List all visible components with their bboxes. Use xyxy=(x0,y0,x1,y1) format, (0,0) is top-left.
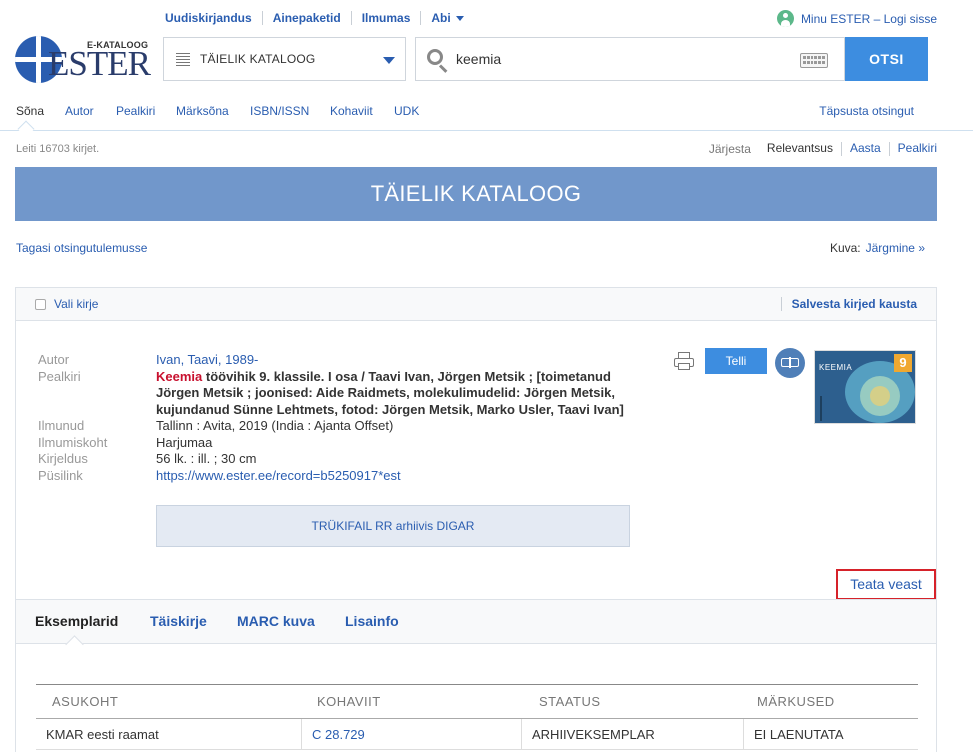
ester-logo[interactable]: E-KATALOOG ESTER xyxy=(15,36,155,86)
sort-relevance[interactable]: Relevantsus xyxy=(759,142,841,156)
results-count: Leiti 16703 kirjet. xyxy=(16,143,100,155)
field-description: Kirjeldus 56 lk. : ill. ; 30 cm xyxy=(38,451,636,468)
search-input[interactable] xyxy=(456,38,796,80)
location-cell: KMAR eesti raamat xyxy=(46,726,159,742)
save-to-folder-link[interactable]: Salvesta kirjed kausta xyxy=(780,297,917,311)
field-place: Ilmumiskoht Harjumaa xyxy=(38,435,636,452)
tab-word[interactable]: Sõna xyxy=(16,104,44,118)
next-record-link[interactable]: Järgmine » xyxy=(866,241,925,255)
field-title: Pealkiri Keemia töövihik 9. klassile. I … xyxy=(38,369,636,419)
digar-archive-button[interactable]: TRÜKIFAIL RR arhiivis DIGAR xyxy=(156,505,630,547)
cover-grade-number: 9 xyxy=(894,354,912,372)
select-record-checkbox[interactable] xyxy=(35,299,46,310)
book-cover-image[interactable]: KEEMIA 9 xyxy=(814,350,916,424)
title-value: Keemia töövihik 9. klassile. I osa / Taa… xyxy=(156,369,636,419)
search-icon xyxy=(427,49,449,73)
tab-isbn-issn[interactable]: ISBN/ISSN xyxy=(250,104,309,118)
status-cell: ARHIIVEKSEMPLAR xyxy=(521,718,743,750)
record-fields: Autor Ivan, Taavi, 1989- Pealkiri Keemia… xyxy=(38,352,636,484)
tab-subject[interactable]: Märksõna xyxy=(176,104,229,118)
field-label: Püsilink xyxy=(38,467,83,483)
printer-icon[interactable] xyxy=(672,350,696,372)
tab-marc-view[interactable]: MARC kuva xyxy=(237,613,315,629)
field-label: Pealkiri xyxy=(38,368,81,384)
holdings-table: ASUKOHT KOHAVIIT STAATUS MÄRKUSED KMAR e… xyxy=(36,684,918,750)
tab-title[interactable]: Pealkiri xyxy=(116,104,155,118)
nav-forthcoming[interactable]: Ilmumas xyxy=(352,11,422,25)
published-value: Tallinn : Avita, 2019 (India : Ajanta Of… xyxy=(156,418,394,433)
top-nav: Uudiskirjandus Ainepaketid Ilmumas Abi xyxy=(165,11,474,25)
active-tab-indicator xyxy=(17,120,35,138)
author-link[interactable]: Ivan, Taavi, 1989- xyxy=(156,352,636,369)
select-record-label[interactable]: Vali kirje xyxy=(54,297,98,311)
tab-additional-info[interactable]: Lisainfo xyxy=(345,613,399,629)
search-box xyxy=(415,37,845,81)
catalog-select[interactable]: TÄIELIK KATALOOG xyxy=(163,37,406,81)
record-toolbar: Vali kirje Salvesta kirjed kausta xyxy=(16,288,936,321)
field-label: Autor xyxy=(38,352,70,367)
place-value: Harjumaa xyxy=(156,434,213,450)
book-icon[interactable] xyxy=(775,348,805,378)
user-icon xyxy=(776,10,794,27)
sort-year[interactable]: Aasta xyxy=(840,142,889,156)
sort-title[interactable]: Pealkiri xyxy=(888,142,937,156)
nav-help-label: Abi xyxy=(431,11,451,25)
chevron-down-icon xyxy=(455,15,464,21)
refine-search-link[interactable]: Täpsusta otsingut xyxy=(819,104,914,118)
tab-call-number[interactable]: Kohaviit xyxy=(330,104,373,118)
search-button[interactable]: OTSI xyxy=(845,37,928,81)
active-tab-indicator xyxy=(65,635,84,654)
field-label: Kirjeldus xyxy=(38,451,88,466)
table-header: ASUKOHT KOHAVIIT STAATUS MÄRKUSED xyxy=(36,684,918,719)
nav-subject-packages[interactable]: Ainepaketid xyxy=(263,11,352,25)
title-highlight: Keemia xyxy=(156,368,203,384)
title-text: töövihik 9. klassile. I osa / Taavi Ivan… xyxy=(156,368,624,417)
column-header: STAATUS xyxy=(539,694,601,709)
order-button[interactable]: Telli xyxy=(705,348,767,374)
record-panel: Vali kirje Salvesta kirjed kausta Autor … xyxy=(15,287,937,752)
column-header: ASUKOHT xyxy=(52,694,119,709)
tab-holdings[interactable]: Eksemplarid xyxy=(35,613,118,629)
column-header: KOHAVIIT xyxy=(317,694,381,709)
logo-title: ESTER xyxy=(48,44,151,83)
report-error-link[interactable]: Teata veast xyxy=(836,569,936,600)
field-label: Ilmunud xyxy=(38,418,85,433)
field-author: Autor Ivan, Taavi, 1989- xyxy=(38,352,636,369)
record-pager: Kuva: Järgmine » xyxy=(830,241,925,255)
cover-title: KEEMIA xyxy=(819,363,853,372)
permalink[interactable]: https://www.ester.ee/record=b5250917*est xyxy=(156,468,636,485)
nav-help[interactable]: Abi xyxy=(421,11,473,25)
user-login-label: Minu ESTER – Logi sisse xyxy=(800,11,937,26)
notes-cell: EI LAENUTATA xyxy=(743,718,918,750)
column-header: MÄRKUSED xyxy=(757,694,835,709)
record-detail-tabs: Eksemplarid Täiskirje MARC kuva Lisainfo xyxy=(16,599,936,654)
sort-options: Järjesta Relevantsus Aasta Pealkiri xyxy=(709,142,937,156)
catalog-select-value: TÄIELIK KATALOOG xyxy=(200,52,316,66)
back-to-results-link[interactable]: Tagasi otsingutulemusse xyxy=(16,241,147,255)
table-row: KMAR eesti raamat C 28.729 ARHIIVEKSEMPL… xyxy=(36,718,918,750)
description-value: 56 lk. : ill. ; 30 cm xyxy=(156,451,257,466)
catalog-banner: TÄIELIK KATALOOG xyxy=(15,167,937,221)
field-permalink: Püsilink https://www.ester.ee/record=b52… xyxy=(38,468,636,485)
call-number-link[interactable]: C 28.729 xyxy=(301,718,521,750)
field-published: Ilmunud Tallinn : Avita, 2019 (India : A… xyxy=(38,418,636,435)
tab-author[interactable]: Autor xyxy=(65,104,94,118)
field-label: Ilmumiskoht xyxy=(38,434,108,450)
sort-label: Järjesta xyxy=(708,142,751,156)
tab-full-record[interactable]: Täiskirje xyxy=(150,613,207,629)
search-type-tabs: Sõna Autor Pealkiri Märksõna ISBN/ISSN K… xyxy=(0,97,973,138)
nav-new-literature[interactable]: Uudiskirjandus xyxy=(165,11,263,25)
dropdown-arrow-icon xyxy=(383,57,395,64)
keyboard-icon[interactable] xyxy=(800,53,828,68)
list-icon xyxy=(176,52,190,66)
view-label: Kuva: xyxy=(829,241,861,255)
tab-udc[interactable]: UDK xyxy=(394,104,419,118)
user-login-link[interactable]: Minu ESTER – Logi sisse xyxy=(776,10,937,27)
